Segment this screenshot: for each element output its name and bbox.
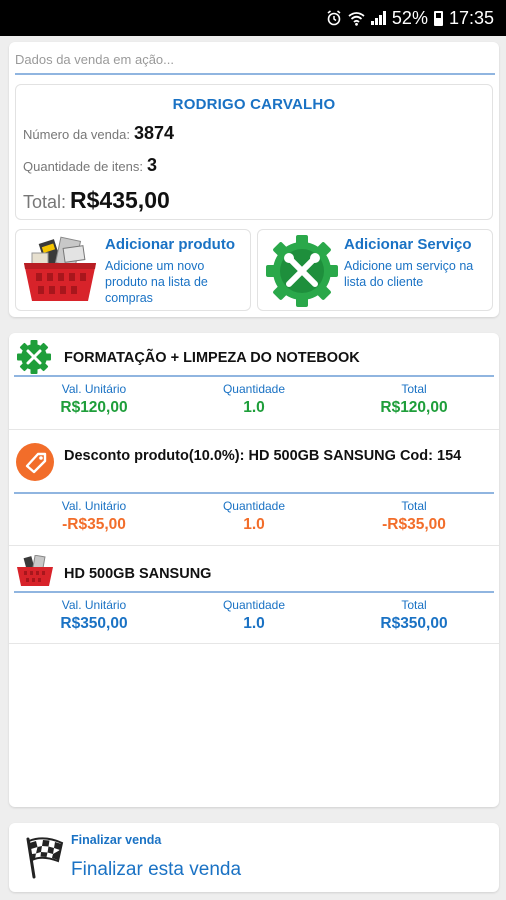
status-bar: 52% 17:35 <box>0 0 506 36</box>
divider <box>14 492 494 494</box>
add-product-title: Adicionar produto <box>105 236 235 253</box>
items-count-label: Quantidade de itens: <box>23 159 143 174</box>
add-product-desc: Adicione um novo produto na lista de com… <box>105 259 208 305</box>
divider <box>15 73 495 75</box>
list-item[interactable]: HD 500GB SANSUNG Val. Unitário R$350,00 Q… <box>9 550 499 644</box>
divider <box>14 375 494 377</box>
total-label: Total <box>401 382 427 396</box>
sale-items-list: FORMATAÇÃO + LIMPEZA DO NOTEBOOK Val. Un… <box>9 333 499 807</box>
list-item[interactable]: Desconto produto(10.0%): HD 500GB SANSUN… <box>9 434 499 546</box>
quantity-label: Quantidade <box>222 382 286 396</box>
item-values: Val. Unitário -R$35,00 Quantidade 1.0 Tota… <box>14 499 494 534</box>
battery-icon <box>433 10 443 26</box>
signal-icon <box>370 11 386 25</box>
unit-price-value: R$120,00 <box>60 399 128 416</box>
items-count-row: Quantidade de itens: 3 <box>23 155 157 176</box>
quantity-value: 1.0 <box>243 615 265 632</box>
item-values: Val. Unitário R$120,00 Quantidade 1.0 Tota… <box>14 382 494 417</box>
finish-sale-button[interactable]: Finalizar venda Finalizar esta venda <box>9 823 499 892</box>
unit-price-value: -R$35,00 <box>62 516 126 533</box>
item-title: HD 500GB SANSUNG <box>64 566 212 582</box>
product-basket-icon <box>16 554 54 592</box>
finish-sale-label: Finalizar venda <box>71 833 162 847</box>
total-value: R$350,00 <box>380 615 448 632</box>
total-value: R$120,00 <box>380 399 448 416</box>
total-value: -R$35,00 <box>382 516 446 533</box>
alarm-icon <box>326 10 342 26</box>
total-label: Total <box>401 598 427 612</box>
client-name[interactable]: RODRIGO CARVALHO <box>16 96 492 113</box>
divider <box>14 591 494 593</box>
unit-price-value: R$350,00 <box>60 615 128 632</box>
section-hint: Dados da venda em ação... <box>15 52 174 67</box>
sale-number-label: Número da venda: <box>23 127 130 142</box>
total-value: R$435,00 <box>70 187 170 213</box>
clock: 17:35 <box>448 7 494 28</box>
total-label: Total <box>401 499 427 513</box>
battery-percent: 52% <box>391 7 428 28</box>
sale-number-row: Número da venda: 3874 <box>23 123 174 144</box>
quantity-value: 1.0 <box>243 399 265 416</box>
items-count-value: 3 <box>146 155 157 175</box>
service-gear-tools-icon <box>262 235 342 307</box>
sale-number-value: 3874 <box>133 123 174 143</box>
sale-data-card: Dados da venda em ação... RODRIGO CARVAL… <box>9 42 499 317</box>
item-values: Val. Unitário R$350,00 Quantidade 1.0 Tota… <box>14 598 494 633</box>
unit-price-label: Val. Unitário <box>61 598 127 612</box>
unit-price-label: Val. Unitário <box>61 499 127 513</box>
quantity-value: 1.0 <box>243 516 265 533</box>
unit-price-label: Val. Unitário <box>61 382 127 396</box>
sale-summary: RODRIGO CARVALHO Número da venda: 3874 Q… <box>15 84 493 220</box>
shopping-basket-icon <box>20 235 100 307</box>
total-label: Total: <box>23 192 67 212</box>
add-product-button[interactable]: Adicionar produto Adicione um novo produ… <box>15 229 251 311</box>
total-row: Total: R$435,00 <box>23 187 170 214</box>
checkered-flag-icon <box>22 835 66 879</box>
quantity-label: Quantidade <box>222 499 286 513</box>
list-item[interactable]: FORMATAÇÃO + LIMPEZA DO NOTEBOOK Val. Un… <box>9 333 499 430</box>
finish-sale-action: Finalizar esta venda <box>71 859 242 880</box>
add-service-desc: Adicione um serviço na lista do cliente <box>344 259 474 289</box>
quantity-label: Quantidade <box>222 598 286 612</box>
add-service-title: Adicionar Serviço <box>344 236 472 253</box>
item-title: FORMATAÇÃO + LIMPEZA DO NOTEBOOK <box>64 350 360 366</box>
item-title: Desconto produto(10.0%): HD 500GB SANSUN… <box>64 448 462 464</box>
add-service-button[interactable]: Adicionar Serviço Adicione um serviço na… <box>257 229 493 311</box>
discount-tag-icon <box>16 443 54 486</box>
wifi-icon <box>348 11 365 26</box>
service-gear-icon <box>16 339 52 380</box>
